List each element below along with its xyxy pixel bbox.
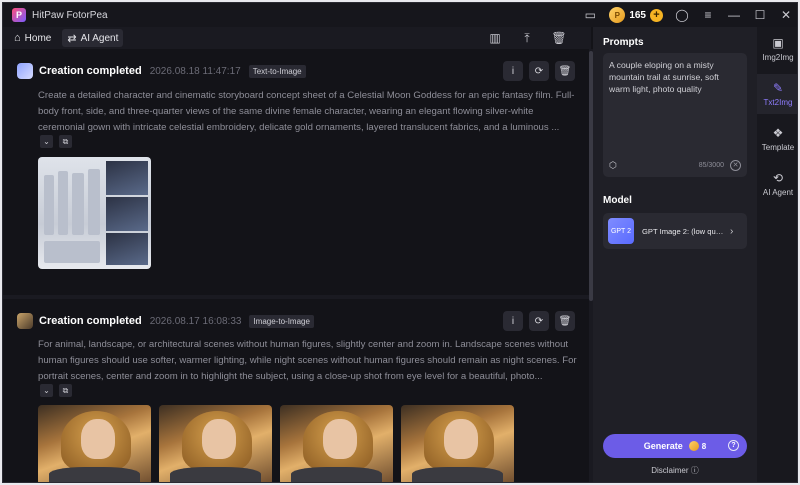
prompt-text[interactable]: A couple eloping on a misty mountain tra… <box>609 59 741 95</box>
nav-label: Img2Img <box>762 53 794 62</box>
app-title: HitPaw FotorPea <box>32 9 108 21</box>
coin-icon <box>688 441 699 451</box>
disclaimer-link[interactable]: Disclaimer ⓘ <box>593 465 757 476</box>
app-window: P HitPaw FotorPea ▭ P 165 + ◯ ≡ — ☐ ✕ ⌂ … <box>2 2 798 483</box>
result-image[interactable] <box>401 405 514 482</box>
regenerate-icon[interactable]: ⟳ <box>529 311 549 331</box>
card-date: 2026.08.17 16:08:33 <box>149 315 242 327</box>
card-actions: i ⟳ 🗑 <box>497 61 575 81</box>
nav-item-txt2img[interactable]: ✎ Txt2Img <box>757 74 797 114</box>
mode-tag: Text-to-Image <box>248 64 306 78</box>
nav-item-template[interactable]: ❖ Template <box>757 119 797 159</box>
delete-icon[interactable]: 🗑 <box>555 61 575 81</box>
chevron-right-icon: › <box>730 225 734 237</box>
avatar <box>17 63 33 79</box>
cube-icon[interactable]: ⬡ <box>609 160 617 171</box>
prompts-heading: Prompts <box>603 37 644 48</box>
card-actions: i ⟳ 🗑 <box>497 311 575 331</box>
card-header: Creation completed 2026.08.18 11:47:17 T… <box>17 61 575 81</box>
nav-label: AI Agent <box>762 188 794 197</box>
image-edit-icon: ▣ <box>772 36 784 50</box>
delete-icon[interactable]: 🗑 <box>555 311 575 331</box>
model-name: GPT Image 2: (low quality) <box>642 226 724 236</box>
text-image-icon: ✎ <box>772 81 784 95</box>
app-logo-icon: P <box>12 8 26 22</box>
model-thumbnail: GPT 2 <box>608 218 634 244</box>
titlebar-controls: ▭ P 165 + ◯ ≡ — ☐ ✕ <box>577 3 797 27</box>
card-mini-actions: ⌄ ⧉ <box>40 135 78 148</box>
expand-icon[interactable]: ⌄ <box>40 384 53 397</box>
creation-feed: Creation completed 2026.08.18 11:47:17 T… <box>3 49 591 482</box>
card-description: Create a detailed character and cinemati… <box>38 90 575 133</box>
model-selector[interactable]: GPT 2 GPT Image 2: (low quality) › <box>603 213 747 249</box>
main-area: ⌂ Home ⇄ AI Agent ▥ ⤒ 🗑 Creation complet… <box>3 27 593 482</box>
add-credits-icon[interactable]: + <box>650 8 663 22</box>
generate-cost: 8 <box>701 441 707 451</box>
account-icon[interactable]: ◯ <box>669 3 695 27</box>
prompt-footer: ⬡ 85/3000 ✕ <box>609 160 741 171</box>
menu-icon[interactable]: ≡ <box>695 3 721 27</box>
info-icon[interactable]: i <box>503 311 523 331</box>
help-icon[interactable]: ? <box>728 440 739 451</box>
card-mini-actions: ⌄ ⧉ <box>40 384 78 397</box>
side-nav: ▣ Img2Img ✎ Txt2Img ❖ Template ⟲ AI Agen… <box>757 27 797 482</box>
generate-label: Generate <box>643 441 683 451</box>
result-image[interactable] <box>38 157 151 269</box>
template-icon: ❖ <box>772 126 784 140</box>
creation-card: Creation completed 2026.08.17 16:08:33 I… <box>3 299 589 482</box>
upload-icon[interactable]: ⤒ <box>511 26 543 50</box>
result-image[interactable] <box>280 405 393 482</box>
title-bar: P HitPaw FotorPea ▭ P 165 + ◯ ≡ — ☐ ✕ <box>3 3 797 27</box>
maximize-icon[interactable]: ☐ <box>747 3 773 27</box>
generation-panel: Prompts A couple eloping on a misty moun… <box>593 27 757 482</box>
result-image[interactable] <box>159 405 272 482</box>
nav-item-img2img[interactable]: ▣ Img2Img <box>757 29 797 69</box>
info-icon: ⓘ <box>690 466 699 475</box>
home-icon: ⌂ <box>14 32 21 44</box>
copy-icon[interactable]: ⧉ <box>59 135 72 148</box>
credits-display[interactable]: P 165 + <box>609 7 663 23</box>
ai-agent-icon: ⟲ <box>772 171 784 185</box>
clear-icon[interactable]: ✕ <box>730 160 741 171</box>
toolbar-actions: ▥ ⤒ 🗑 <box>479 27 575 49</box>
content-toolbar: ⌂ Home ⇄ AI Agent ▥ ⤒ 🗑 <box>3 27 591 49</box>
result-image[interactable] <box>38 405 151 482</box>
model-heading: Model <box>603 195 632 206</box>
credits-count: 165 <box>629 9 646 21</box>
minimize-icon[interactable]: — <box>721 3 747 27</box>
card-description: For animal, landscape, or architectural … <box>38 339 577 382</box>
card-title: Creation completed <box>39 65 142 77</box>
message-icon[interactable]: ▭ <box>577 3 603 27</box>
copy-icon[interactable]: ⧉ <box>59 384 72 397</box>
card-header: Creation completed 2026.08.17 16:08:33 I… <box>17 311 575 331</box>
mode-tag: Image-to-Image <box>249 314 314 328</box>
coin-icon: P <box>609 7 626 23</box>
char-counter: 85/3000 <box>698 162 724 169</box>
nav-label: Template <box>761 143 795 152</box>
avatar <box>17 313 33 329</box>
expand-icon[interactable]: ⌄ <box>40 135 53 148</box>
home-label: Home <box>24 32 52 44</box>
regenerate-icon[interactable]: ⟳ <box>529 61 549 81</box>
swap-icon: ⇄ <box>67 32 77 45</box>
disclaimer-label: Disclaimer <box>651 466 689 475</box>
trash-icon[interactable]: 🗑 <box>543 26 575 50</box>
home-button[interactable]: ⌂ Home <box>9 29 56 47</box>
card-date: 2026.08.18 11:47:17 <box>149 65 241 77</box>
book-icon[interactable]: ▥ <box>479 26 511 50</box>
nav-label: Txt2Img <box>763 98 793 107</box>
creation-card: Creation completed 2026.08.18 11:47:17 T… <box>3 49 589 295</box>
ai-agent-label: AI Agent <box>80 32 119 44</box>
ai-agent-button[interactable]: ⇄ AI Agent <box>62 29 124 47</box>
generate-button[interactable]: Generate 8 ? <box>603 434 747 458</box>
close-icon[interactable]: ✕ <box>773 3 797 27</box>
card-title: Creation completed <box>39 315 142 327</box>
info-icon[interactable]: i <box>503 61 523 81</box>
prompt-input[interactable]: A couple eloping on a misty mountain tra… <box>603 53 747 177</box>
nav-item-ai-agent[interactable]: ⟲ AI Agent <box>757 164 797 204</box>
